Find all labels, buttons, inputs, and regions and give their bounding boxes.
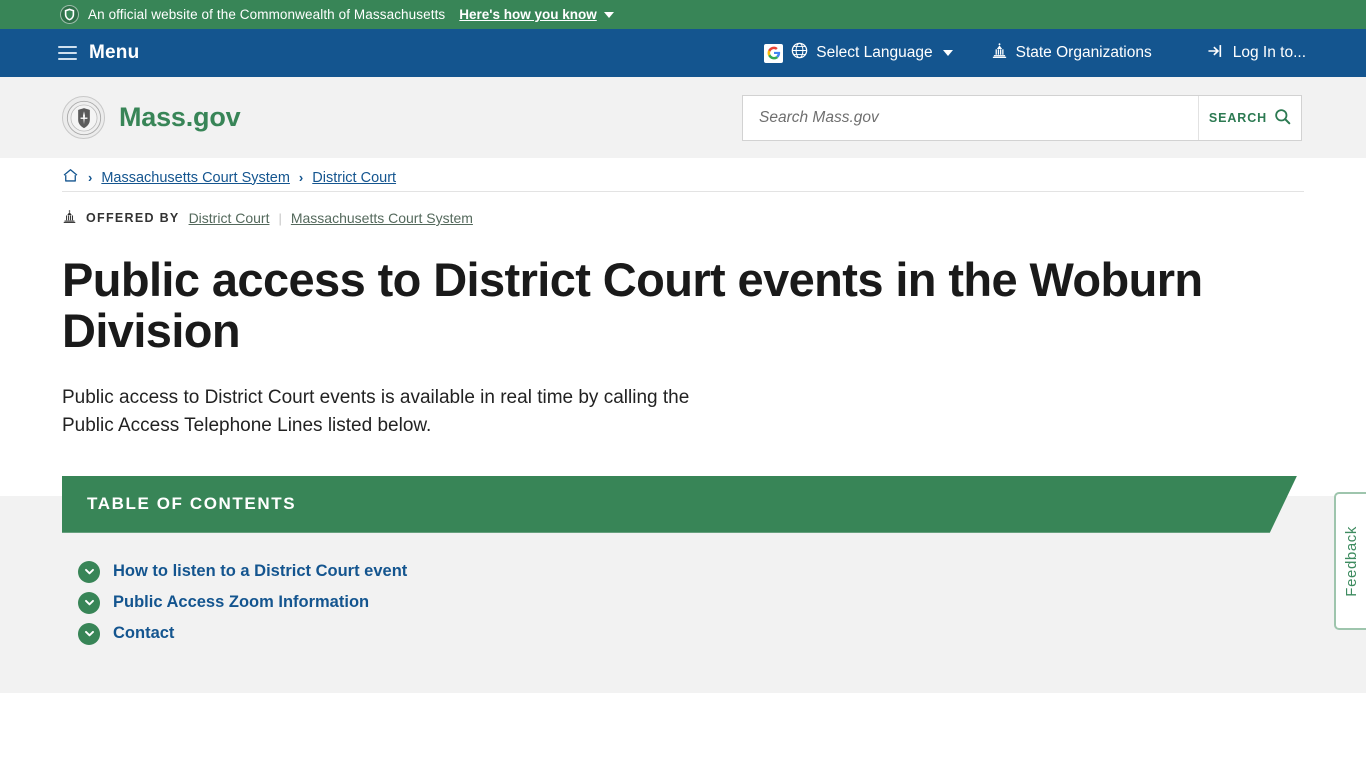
mass-gov-logo-link[interactable]: Mass.gov bbox=[62, 96, 241, 139]
breadcrumb-separator: › bbox=[298, 170, 304, 185]
table-of-contents: TABLE OF CONTENTS How to listen to a Dis… bbox=[0, 475, 1366, 645]
globe-icon bbox=[791, 42, 808, 64]
login-arrow-icon bbox=[1207, 42, 1225, 65]
capitol-building-icon bbox=[62, 209, 77, 227]
breadcrumb-item-massachusetts-court-system[interactable]: Massachusetts Court System bbox=[101, 170, 290, 186]
breadcrumb: › Massachusetts Court System › District … bbox=[62, 158, 1304, 192]
site-search: SEARCH bbox=[742, 94, 1302, 141]
shield-icon bbox=[60, 5, 79, 24]
chevron-down-circle-icon bbox=[78, 560, 100, 583]
search-input[interactable] bbox=[743, 95, 1198, 140]
hamburger-icon bbox=[58, 46, 77, 60]
toc-item-how-to-listen[interactable]: How to listen to a District Court event bbox=[78, 560, 1366, 583]
table-of-contents-list: How to listen to a District Court event … bbox=[78, 560, 1366, 645]
site-header: Mass.gov SEARCH bbox=[0, 77, 1366, 158]
page-lede-line-2: Public Access Telephone Lines listed bel… bbox=[62, 414, 432, 436]
official-banner-text: An official website of the Commonwealth … bbox=[88, 7, 446, 22]
page-lede: Public access to District Court events i… bbox=[62, 384, 962, 440]
feedback-label: Feedback bbox=[1342, 525, 1360, 597]
breadcrumb-separator: › bbox=[88, 170, 93, 185]
toc-link-contact[interactable]: Contact bbox=[113, 624, 174, 643]
page-body: › Massachusetts Court System › District … bbox=[0, 158, 1366, 693]
utility-nav-right: Select Language State Organizations Log … bbox=[764, 42, 1306, 65]
select-language-label: Select Language bbox=[816, 44, 933, 61]
offered-by-label: OFFERED BY bbox=[86, 211, 180, 225]
state-organizations-label: State Organizations bbox=[1015, 44, 1152, 61]
log-in-label: Log In to... bbox=[1232, 44, 1306, 61]
table-of-contents-banner: TABLE OF CONTENTS bbox=[62, 475, 1297, 533]
select-language-button[interactable]: Select Language bbox=[764, 42, 953, 64]
google-translate-icon bbox=[764, 43, 784, 63]
chevron-down-icon bbox=[942, 50, 953, 56]
menu-label: Menu bbox=[89, 42, 140, 63]
toc-item-contact[interactable]: Contact bbox=[78, 622, 1366, 645]
brand-name: Mass.gov bbox=[119, 102, 241, 132]
table-of-contents-heading: TABLE OF CONTENTS bbox=[87, 494, 297, 514]
page-lede-line-1: Public access to District Court events i… bbox=[62, 386, 690, 408]
search-button[interactable]: SEARCH bbox=[1198, 95, 1301, 140]
state-organizations-link[interactable]: State Organizations bbox=[991, 42, 1152, 64]
chevron-down-circle-icon bbox=[78, 622, 100, 645]
offered-by: OFFERED BY District Court | Massachusett… bbox=[62, 209, 1304, 227]
toc-item-public-access-zoom-information[interactable]: Public Access Zoom Information bbox=[78, 591, 1366, 614]
toc-link-public-access-zoom-information[interactable]: Public Access Zoom Information bbox=[113, 593, 369, 612]
official-gov-banner: An official website of the Commonwealth … bbox=[0, 0, 1366, 29]
heres-how-you-know-toggle[interactable]: Here's how you know bbox=[459, 7, 614, 22]
log-in-button[interactable]: Log In to... bbox=[1207, 42, 1306, 65]
toc-link-how-to-listen[interactable]: How to listen to a District Court event bbox=[113, 562, 407, 581]
chevron-down-circle-icon bbox=[78, 591, 100, 614]
how-you-know-label: Here's how you know bbox=[459, 7, 597, 22]
offered-by-link-massachusetts-court-system[interactable]: Massachusetts Court System bbox=[291, 210, 473, 226]
feedback-tab[interactable]: Feedback bbox=[1334, 492, 1366, 630]
search-button-label: SEARCH bbox=[1208, 110, 1268, 125]
chevron-down-icon bbox=[603, 11, 614, 18]
capitol-building-icon bbox=[991, 42, 1008, 64]
home-icon[interactable] bbox=[62, 167, 79, 188]
breadcrumb-item-district-court[interactable]: District Court bbox=[312, 170, 396, 186]
utility-navigation: Menu Select Language State Organizations… bbox=[0, 29, 1366, 77]
offered-by-divider: | bbox=[278, 210, 282, 226]
menu-button[interactable]: Menu bbox=[58, 42, 139, 64]
page-title: Public access to District Court events i… bbox=[62, 253, 1203, 357]
massachusetts-state-seal-icon bbox=[62, 96, 105, 139]
magnifier-icon bbox=[1274, 108, 1291, 128]
offered-by-link-district-court[interactable]: District Court bbox=[189, 210, 270, 226]
